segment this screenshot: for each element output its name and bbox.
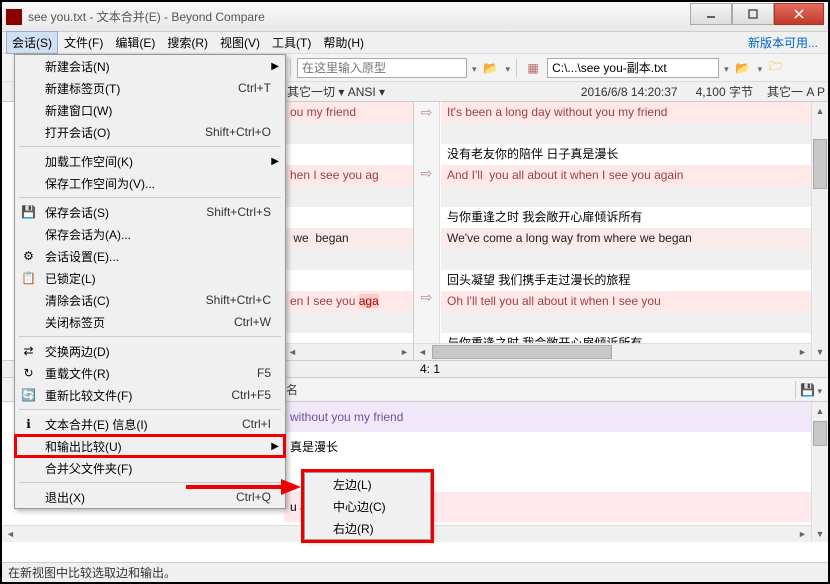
gear-icon: ⚙ [20,248,37,265]
out-line: 真是漫长 [284,432,828,462]
submenu-right[interactable]: 右边(R) [305,517,430,539]
left-line: ou my friend [284,102,413,123]
left-line: hen I see you ag [284,165,413,186]
right-vscroll[interactable]: ▲▼ [811,102,828,360]
output-vscroll[interactable]: ▲▼ [811,402,828,542]
submenu-center[interactable]: 中心边(C) [305,495,430,517]
reload-icon: ↻ [20,365,37,382]
marker-icon: ⇨ [414,289,439,306]
session-menu: 新建会话(N)▶ 新建标签页(T)Ctrl+T 新建窗口(W) 打开会话(O)S… [14,54,286,509]
right-line [441,186,828,207]
close-button[interactable] [774,3,824,25]
right-header-size: 4,100 字节 [693,83,756,100]
recompare-icon: 🔄 [20,387,37,404]
menu-load-workspace[interactable]: 加载工作空间(K)▶ [15,150,285,172]
menu-tools[interactable]: 工具(T) [266,31,317,54]
menu-recompare-files[interactable]: 🔄重新比较文件(F)Ctrl+F5 [15,384,285,406]
open-folder-button-center[interactable]: 📂 [481,58,501,78]
right-pane: ⇨ ⇨ ⇨ It's been a long day without you m… [414,102,828,360]
right-line [441,312,828,333]
menu-save-session-as[interactable]: 保存会话为(A)... [15,223,285,245]
menu-search[interactable]: 搜索(R) [161,31,214,54]
menu-new-window[interactable]: 新建窗口(W) [15,99,285,121]
right-line: We've come a long way from where we bega… [441,228,828,249]
left-header-frag: 其它一切 ▾ ANSI ▾ [284,83,388,100]
folder-dropdown-center[interactable] [505,61,511,75]
browse-button-right[interactable]: 🗁 [766,58,786,78]
menu-locked[interactable]: 📋已锁定(L) [15,267,285,289]
left-line: en I see you aga [284,291,413,312]
right-gutter: ⇨ ⇨ ⇨ [414,102,440,360]
menu-merge-parent[interactable]: 合并父文件夹(F) [15,457,285,479]
menu-save-workspace-as[interactable]: 保存工作空间为(V)... [15,172,285,194]
left-line [284,270,413,291]
cursor-pos: 4: 1 [420,362,440,376]
right-line: 与你重逢之时 我会敞开心扉倾诉所有 [441,207,828,228]
save-button[interactable]: 💾 [798,381,816,399]
menu-file[interactable]: 文件(F) [58,31,109,54]
left-line [284,123,413,144]
right-line: And I'll you all about it when I see you… [441,165,828,186]
minimize-button[interactable] [690,3,732,25]
app-icon [6,9,22,25]
folder-dropdown-right[interactable] [757,61,763,75]
prototype-dropdown[interactable] [471,61,477,75]
open-folder-button-right[interactable]: 📂 [733,58,753,78]
menu-new-session[interactable]: 新建会话(N)▶ [15,55,285,77]
right-line [441,123,828,144]
menu-session[interactable]: 会话(S) [6,31,58,54]
menu-session-settings[interactable]: ⚙会话设置(E)... [15,245,285,267]
menu-save-session[interactable]: 💾保存会话(S)Shift+Ctrl+S [15,201,285,223]
menu-reload-files[interactable]: ↻重载文件(R)F5 [15,362,285,384]
menu-edit[interactable]: 编辑(E) [109,31,161,54]
menu-open-session[interactable]: 打开会话(O)Shift+Ctrl+O [15,121,285,143]
window-title: see you.txt - 文本合并(E) - Beyond Compare [28,8,690,25]
out-line: without you my friend [284,402,828,432]
menu-clear-session[interactable]: 清除会话(C)Shift+Ctrl+C [15,289,285,311]
menu-swap-sides[interactable]: ⇄交换两边(D) [15,340,285,362]
menu-help[interactable]: 帮助(H) [317,31,370,54]
clipboard-icon: 📋 [20,270,37,287]
status-text: 在新视图中比较选取边和输出。 [8,564,176,581]
right-hscroll[interactable]: ◄► [414,343,811,360]
new-version-link[interactable]: 新版本可用... [748,34,824,51]
doc-icon[interactable]: ▦ [523,58,543,78]
swap-icon: ⇄ [20,343,37,360]
left-line [284,249,413,270]
prototype-input[interactable] [297,58,467,78]
save-icon: 💾 [20,204,37,221]
menu-text-merge-info[interactable]: ℹ文本合并(E) 信息(I)Ctrl+I [15,413,285,435]
maximize-button[interactable] [732,3,774,25]
menu-view[interactable]: 视图(V) [214,31,266,54]
menu-close-tab[interactable]: 关闭标签页Ctrl+W [15,311,285,333]
marker-icon: ⇨ [414,104,439,121]
left-line [284,144,413,165]
save-dropdown[interactable] [816,383,822,397]
right-line: It's been a long day without you my frie… [441,102,828,123]
right-line: 没有老友你的陪伴 日子真是漫长 [441,144,828,165]
submenu-left[interactable]: 左边(L) [305,473,430,495]
info-icon: ℹ [20,416,37,433]
marker-icon: ⇨ [414,165,439,182]
right-path-input[interactable] [547,58,719,78]
right-line: Oh I'll tell you all about it when I see… [441,291,828,312]
statusbar: 在新视图中比较选取边和输出。 [2,562,828,582]
right-line: 回头凝望 我们携手走过漫长的旅程 [441,270,828,291]
titlebar: see you.txt - 文本合并(E) - Beyond Compare [2,2,828,32]
left-line [284,186,413,207]
right-line [441,249,828,270]
left-line [284,312,413,333]
left-line: we began [284,228,413,249]
right-header-frag: 其它一 A P [764,83,828,100]
menu-compare-with-output[interactable]: 和输出比较(U)▶ [15,435,285,457]
compare-output-submenu: 左边(L) 中心边(C) 右边(R) [304,472,431,540]
name-label: 名 [286,381,298,398]
right-header-date: 2016/6/8 14:20:37 [578,85,681,99]
left-hscroll[interactable]: ◄► [284,343,413,360]
menu-new-tab[interactable]: 新建标签页(T)Ctrl+T [15,77,285,99]
menubar: 会话(S) 文件(F) 编辑(E) 搜索(R) 视图(V) 工具(T) 帮助(H… [2,32,828,54]
annotation-arrow [186,477,301,500]
left-line [284,207,413,228]
right-path-dropdown[interactable] [723,61,729,75]
